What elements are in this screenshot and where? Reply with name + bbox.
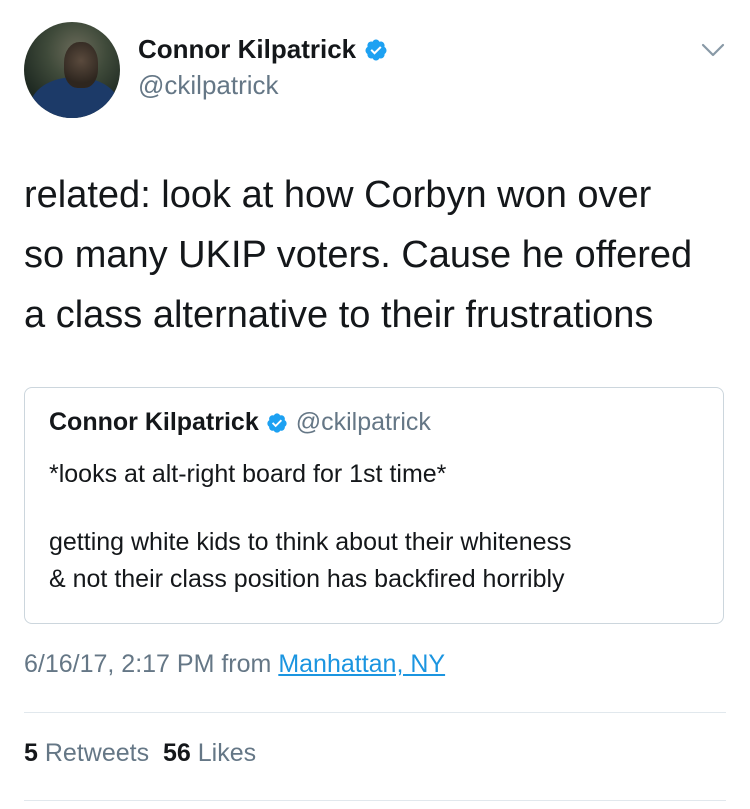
verified-badge-icon (365, 39, 387, 60)
author-name-row: Connor Kilpatrick (138, 34, 388, 65)
likes-count: 56 (162, 739, 191, 767)
retweets-stat[interactable]: 5 Retweets (24, 739, 149, 767)
author-handle[interactable]: @ckilpatrick (138, 70, 279, 101)
tweet-stats: 5 Retweets 56 Likes (24, 739, 256, 768)
quoted-author-name: Connor Kilpatrick (49, 408, 259, 436)
likes-stat[interactable]: 56 Likes (163, 739, 256, 767)
avatar-face (64, 42, 98, 88)
quoted-tweet-text-line2: getting white kids to think about their … (49, 528, 572, 593)
tweet-text: related: look at how Corbyn won over so … (24, 174, 693, 336)
author-display-name[interactable]: Connor Kilpatrick (138, 34, 356, 65)
chevron-down-icon[interactable] (700, 40, 726, 60)
divider-top (24, 712, 726, 713)
likes-label: Likes (197, 739, 257, 767)
tweet-meta: 6/16/17, 2:17 PM from Manhattan, NY (24, 650, 445, 679)
retweets-count: 5 (24, 739, 38, 767)
quoted-author-handle: @ckilpatrick (295, 408, 431, 436)
quoted-verified-badge-icon (267, 412, 287, 433)
quoted-tweet-header: Connor Kilpatrick @ckilpatrick (49, 408, 431, 437)
divider-bottom (24, 800, 726, 801)
quoted-tweet[interactable]: Connor Kilpatrick @ckilpatrick *looks at… (24, 387, 724, 624)
retweets-label: Retweets (44, 739, 150, 767)
avatar[interactable] (24, 22, 120, 118)
tweet-timestamp[interactable]: 6/16/17, 2:17 PM from (24, 650, 271, 678)
tweet-location-link[interactable]: Manhattan, NY (278, 650, 445, 678)
quoted-tweet-text-line1: *looks at alt-right board for 1st time* (49, 460, 447, 488)
